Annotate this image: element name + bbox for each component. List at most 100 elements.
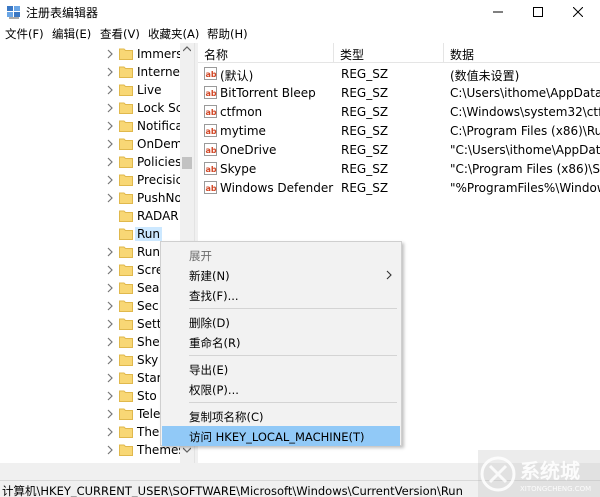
- expand-chevron-icon[interactable]: [105, 300, 115, 312]
- expand-chevron-icon[interactable]: [105, 444, 115, 456]
- tree-item[interactable]: Live: [0, 81, 180, 99]
- tree-item[interactable]: Sky: [0, 351, 180, 369]
- tree-item[interactable]: She: [0, 333, 180, 351]
- expand-chevron-icon[interactable]: [105, 174, 115, 186]
- minimize-icon: [493, 11, 503, 13]
- context-menu-item[interactable]: 删除(D): [162, 312, 400, 332]
- value-row[interactable]: ab OneDrive REG_SZ "C:\Users\ithome\AppData…: [198, 141, 600, 160]
- expand-chevron-icon[interactable]: [105, 102, 115, 114]
- expand-chevron-icon[interactable]: [105, 264, 115, 276]
- svg-text:ab: ab: [206, 165, 217, 174]
- tree-item[interactable]: The: [0, 423, 180, 441]
- value-data: "C:\Program Files (x86)\Skyp: [450, 162, 600, 176]
- scroll-down-icon[interactable]: [183, 447, 191, 453]
- tree-item[interactable]: Themes: [0, 441, 185, 459]
- context-menu-item[interactable]: 权限(P)...: [162, 379, 400, 399]
- context-menu-item[interactable]: 复制项名称(C): [162, 406, 400, 426]
- value-row[interactable]: ab Windows Defender REG_SZ "%ProgramFiles%\…: [198, 179, 600, 198]
- expand-chevron-icon[interactable]: [105, 390, 115, 402]
- expand-chevron-icon[interactable]: [105, 318, 115, 330]
- folder-icon: [119, 156, 133, 168]
- value-row[interactable]: abmytime REG_SZ C:\Program Files (x86)\Rua…: [198, 122, 600, 141]
- expand-chevron-icon[interactable]: [105, 138, 115, 150]
- expand-chevron-icon[interactable]: [105, 426, 115, 438]
- tree-item[interactable]: RADAR: [0, 207, 180, 225]
- value-row[interactable]: ab (默认) REG_SZ (数值未设置): [198, 65, 600, 84]
- folder-icon: [119, 282, 133, 294]
- context-menu-item[interactable]: 重命名(R): [162, 332, 400, 352]
- expand-chevron-icon[interactable]: [105, 120, 115, 132]
- context-menu-item[interactable]: 查找(F)...: [162, 285, 400, 305]
- tree-item-label: RADAR: [137, 209, 179, 223]
- menu-view[interactable]: 查看(V): [100, 26, 140, 42]
- svg-text:ab: ab: [206, 89, 217, 98]
- value-name: (默认): [220, 69, 254, 83]
- expand-chevron-icon[interactable]: [105, 354, 115, 366]
- tree-item[interactable]: Lock Sc: [0, 99, 183, 117]
- svg-text:系统城: 系统城: [520, 459, 580, 483]
- expand-chevron-icon[interactable]: [105, 246, 115, 258]
- tree-item[interactable]: Star: [0, 369, 180, 387]
- column-header-name[interactable]: 名称: [198, 43, 334, 63]
- tree-item[interactable]: Run: [0, 225, 180, 243]
- expand-chevron-icon[interactable]: [105, 336, 115, 348]
- expand-chevron-icon[interactable]: [105, 408, 115, 420]
- folder-icon: [119, 66, 133, 78]
- tree-item[interactable]: Tele: [0, 405, 180, 423]
- tree-item[interactable]: Sett: [0, 315, 180, 333]
- value-row[interactable]: ab BitTorrent Bleep REG_SZ C:\Users\ithome\…: [198, 84, 600, 103]
- tree-item[interactable]: Scre: [0, 261, 180, 279]
- svg-text:ab: ab: [206, 108, 217, 117]
- menu-separator: [189, 402, 397, 403]
- column-header-type[interactable]: 类型: [334, 43, 444, 63]
- value-type: REG_SZ: [341, 67, 389, 81]
- expand-chevron-icon[interactable]: [105, 66, 115, 78]
- tree-item[interactable]: Immers: [0, 45, 183, 63]
- value-name: Skype: [220, 162, 257, 176]
- tree-item[interactable]: Internet: [0, 63, 185, 81]
- window-title: 注册表编辑器: [26, 6, 99, 20]
- value-data: C:\Windows\system32\ctfmor: [450, 105, 600, 119]
- menu-favorites[interactable]: 收藏夹(A): [148, 26, 199, 42]
- context-menu-item[interactable]: 访问 HKEY_LOCAL_MACHINE(T): [162, 426, 400, 446]
- tree-item[interactable]: PushNo: [0, 189, 182, 207]
- folder-icon: [119, 300, 133, 312]
- menu-file[interactable]: 文件(F): [5, 26, 44, 42]
- tree-item[interactable]: OnDem: [0, 135, 182, 153]
- value-row[interactable]: abSkype REG_SZ "C:\Program Files (x86)\Sky…: [198, 160, 600, 179]
- close-button[interactable]: [558, 0, 598, 24]
- value-type: REG_SZ: [341, 162, 389, 176]
- expand-chevron-icon[interactable]: [105, 48, 115, 60]
- minimize-button[interactable]: [478, 0, 518, 24]
- tree-item[interactable]: Notifica: [0, 117, 183, 135]
- tree-item[interactable]: Sto: [0, 387, 180, 405]
- value-type: REG_SZ: [341, 86, 389, 100]
- maximize-button[interactable]: [518, 0, 558, 24]
- value-row[interactable]: abctfmon REG_SZ C:\Windows\system32\ctfmor: [198, 103, 600, 122]
- expand-chevron-icon[interactable]: [105, 192, 115, 204]
- scroll-up-icon[interactable]: [183, 46, 191, 52]
- context-menu-item[interactable]: 新建(N): [162, 265, 400, 285]
- tree-item[interactable]: Run: [0, 243, 180, 261]
- value-data: "%ProgramFiles%\Windows: [450, 181, 600, 195]
- tree-item-label: Lock Sc: [137, 101, 183, 115]
- tree-scroll-thumb[interactable]: [182, 157, 192, 169]
- folder-icon: [119, 264, 133, 276]
- expand-chevron-icon[interactable]: [105, 282, 115, 294]
- context-menu: 展开 新建(N) 查找(F)... 删除(D) 重命名(R) 导出(E) 权限(P)... 复…: [160, 241, 402, 446]
- menu-help[interactable]: 帮助(H): [207, 26, 248, 42]
- tree-item[interactable]: Sea: [0, 279, 180, 297]
- folder-icon: [119, 102, 133, 114]
- expand-chevron-icon[interactable]: [105, 372, 115, 384]
- tree-item-label: She: [137, 335, 160, 349]
- tree-item[interactable]: Sec: [0, 297, 180, 315]
- expand-chevron-icon[interactable]: [105, 84, 115, 96]
- menu-edit[interactable]: 编辑(E): [52, 26, 91, 42]
- tree-item[interactable]: Precisic: [0, 171, 182, 189]
- context-menu-item[interactable]: 导出(E): [162, 359, 400, 379]
- tree-item[interactable]: Policies: [0, 153, 181, 171]
- column-header-data[interactable]: 数据: [444, 43, 600, 63]
- svg-text:ab: ab: [206, 184, 217, 193]
- tree-item-label: The: [137, 425, 160, 439]
- expand-chevron-icon[interactable]: [105, 156, 115, 168]
